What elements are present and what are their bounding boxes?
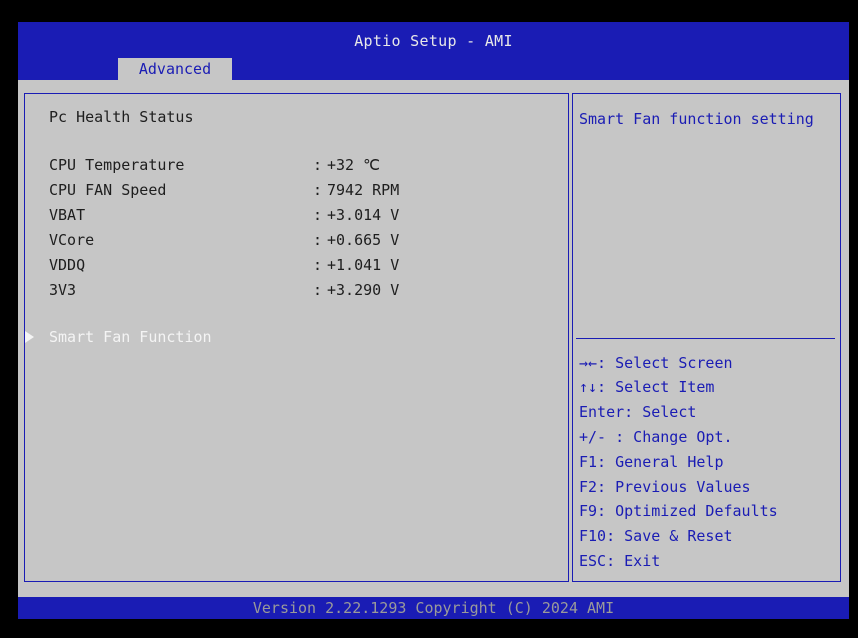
key-hint-action: General Help xyxy=(606,453,724,471)
key-hint-save-reset: F10: Save & Reset xyxy=(579,527,733,545)
key-name: F2: xyxy=(579,478,607,496)
key-name: Enter: xyxy=(579,403,634,421)
key-hint-action: Select Screen xyxy=(606,354,733,372)
reading-value-vddq: +1.041 V xyxy=(327,256,400,274)
reading-separator: : xyxy=(313,181,323,199)
key-hint-select-screen: →←: Select Screen xyxy=(579,354,733,372)
reading-label-cpu-fan-speed: CPU FAN Speed xyxy=(49,181,167,199)
key-hint-action: Select xyxy=(633,403,697,421)
reading-value-cpu-fan-speed: 7942 RPM xyxy=(327,181,400,199)
key-hint-change-opt: +/- : Change Opt. xyxy=(579,428,733,446)
key-name: F1: xyxy=(579,453,607,471)
reading-value-cpu-temperature: +32 ℃ xyxy=(327,156,380,174)
reading-label-vbat: VBAT xyxy=(49,206,86,224)
tab-advanced[interactable]: Advanced xyxy=(118,58,232,80)
key-name: F9: xyxy=(579,502,607,520)
reading-value-vcore: +0.665 V xyxy=(327,231,400,249)
arrows-left-right-icon: →←: xyxy=(579,354,607,372)
key-hint-action: Select Item xyxy=(606,378,715,396)
key-name: ESC: xyxy=(579,552,616,570)
key-name: F10: xyxy=(579,527,616,545)
key-hint-optimized-defaults: F9: Optimized Defaults xyxy=(579,502,778,520)
app-title: Aptio Setup - AMI xyxy=(354,32,513,50)
reading-label-3v3: 3V3 xyxy=(49,281,77,299)
reading-label-cpu-temperature: CPU Temperature xyxy=(49,156,185,174)
section-title: Pc Health Status xyxy=(49,108,194,126)
reading-separator: : xyxy=(313,231,323,249)
smart-fan-function-item[interactable]: Smart Fan Function xyxy=(49,328,212,346)
key-hint-general-help: F1: General Help xyxy=(579,453,724,471)
key-hint-action: Change Opt. xyxy=(624,428,733,446)
key-hint-action: Previous Values xyxy=(606,478,751,496)
reading-separator: : xyxy=(313,256,323,274)
reading-value-vbat: +3.014 V xyxy=(327,206,400,224)
key-hint-select-item: ↑↓: Select Item xyxy=(579,378,714,396)
submenu-arrow-icon xyxy=(25,331,34,343)
reading-separator: : xyxy=(313,281,323,299)
help-divider xyxy=(576,338,835,339)
key-hint-enter: Enter: Select xyxy=(579,403,696,421)
key-hint-action: Exit xyxy=(615,552,661,570)
reading-label-vddq: VDDQ xyxy=(49,256,86,274)
help-description: Smart Fan function setting xyxy=(579,110,814,128)
reading-separator: : xyxy=(313,156,323,174)
key-hint-exit: ESC: Exit xyxy=(579,552,660,570)
key-name: +/- : xyxy=(579,428,625,446)
key-hint-previous-values: F2: Previous Values xyxy=(579,478,751,496)
reading-value-3v3: +3.290 V xyxy=(327,281,400,299)
header-bar: Aptio Setup - AMI Advanced xyxy=(18,22,849,80)
key-hint-action: Save & Reset xyxy=(615,527,733,545)
footer-version: Version 2.22.1293 Copyright (C) 2024 AMI xyxy=(18,597,849,619)
key-hint-action: Optimized Defaults xyxy=(606,502,778,520)
arrows-up-down-icon: ↑↓: xyxy=(579,378,607,396)
reading-separator: : xyxy=(313,206,323,224)
reading-label-vcore: VCore xyxy=(49,231,95,249)
bios-screen: Aptio Setup - AMI Advanced Pc Health Sta… xyxy=(0,0,858,638)
